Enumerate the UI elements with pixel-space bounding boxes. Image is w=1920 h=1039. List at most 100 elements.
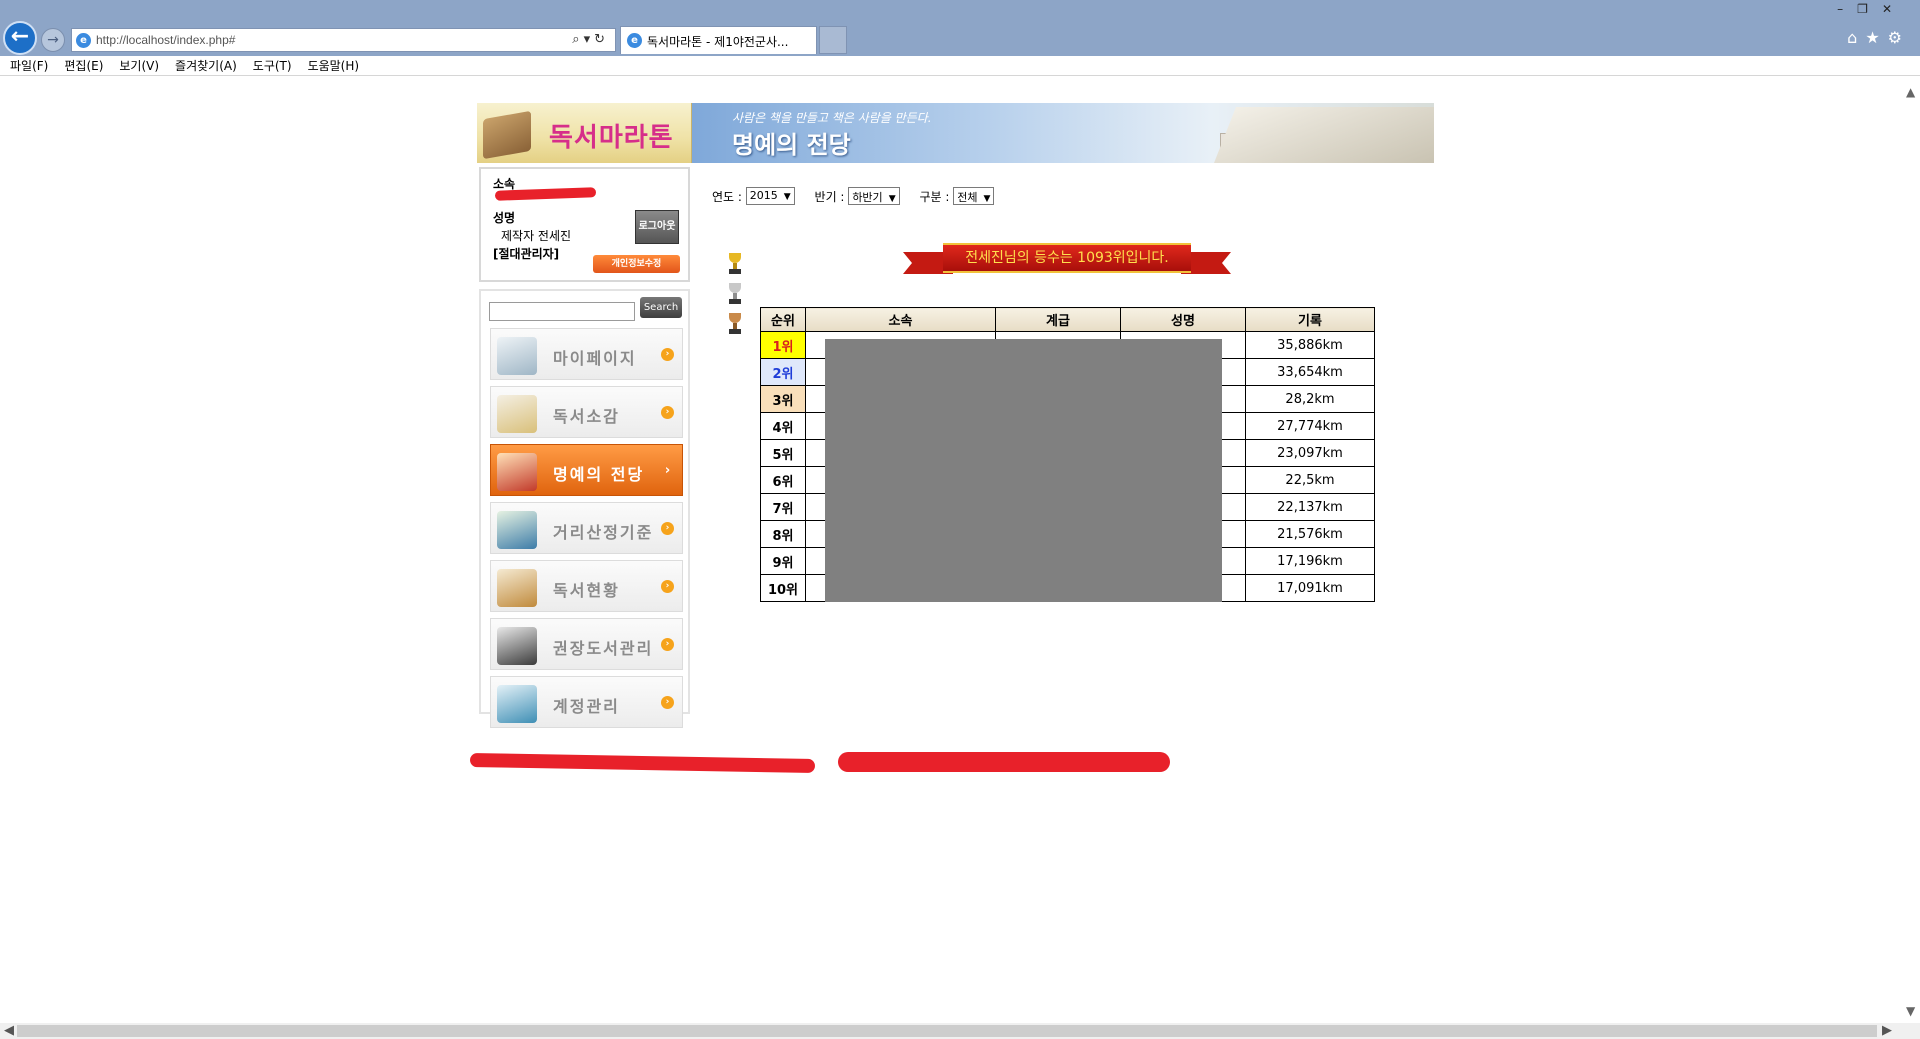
search-button[interactable]: Search <box>640 297 682 318</box>
site-logo[interactable]: 독서마라톤 <box>477 103 692 163</box>
forward-button[interactable]: → <box>41 28 65 52</box>
redaction-mark <box>494 187 597 201</box>
menu-edit[interactable]: 편집(E) <box>64 56 103 76</box>
laptop-search-icon <box>497 627 537 665</box>
record-cell: 28,2km <box>1245 385 1375 413</box>
scroll-thumb[interactable] <box>17 1025 1877 1037</box>
chevron-right-icon: › <box>661 348 674 361</box>
browser-tab[interactable]: e 독서마라톤 - 제1야전군사... <box>620 26 817 54</box>
record-cell: 23,097km <box>1245 439 1375 467</box>
redaction-mark <box>469 752 816 774</box>
menu-view[interactable]: 보기(V) <box>119 56 159 76</box>
rank-message: 전세진님의 등수는 1093위입니다. <box>943 243 1191 273</box>
menu-help[interactable]: 도움말(H) <box>308 56 360 76</box>
search-icon[interactable]: ⌕ <box>572 32 583 47</box>
rank-cell: 8위 <box>760 520 806 548</box>
refresh-icon[interactable]: ↻ <box>594 32 609 47</box>
type-select[interactable]: 전체 ▼ <box>953 187 995 205</box>
close-icon[interactable]: ✕ <box>1882 2 1906 16</box>
nav-reading-status[interactable]: 독서현황 › <box>490 560 683 612</box>
rank-cell: 2위 <box>760 358 806 386</box>
bronze-trophy-icon <box>727 313 743 335</box>
address-bar[interactable]: e http://localhost/index.php# ⌕▾↻ <box>71 28 616 52</box>
nav-label: 거리산정기준 <box>553 523 654 542</box>
vertical-scrollbar[interactable]: ▲ ▼ <box>1903 77 1920 1024</box>
footer <box>469 752 1170 774</box>
star-icon[interactable]: ★ <box>1865 28 1887 47</box>
redaction-mark <box>838 752 1170 772</box>
rank-cell: 7위 <box>760 493 806 521</box>
nav-label: 권장도서관리 <box>553 639 654 658</box>
record-cell: 35,886km <box>1245 331 1375 359</box>
minimize-icon[interactable]: – <box>1837 2 1857 16</box>
scroll-up-icon[interactable]: ▲ <box>1906 85 1915 99</box>
rank-cell: 3위 <box>760 385 806 413</box>
scroll-down-icon[interactable]: ▼ <box>1906 1004 1915 1018</box>
col-rank: 순위 <box>760 307 806 332</box>
record-cell: 22,137km <box>1245 493 1375 521</box>
browser-toolbar-icons[interactable]: ⌂★⚙ <box>1847 28 1910 47</box>
record-cell: 17,091km <box>1245 574 1375 602</box>
back-button[interactable]: ← <box>3 21 37 55</box>
menu-favorites[interactable]: 즐겨찾기(A) <box>175 56 237 76</box>
name-value: 제작자 전세진 <box>501 229 572 243</box>
nav-account-management[interactable]: 계정관리 › <box>490 676 683 728</box>
books-icon <box>497 511 537 549</box>
year-value: 2015 <box>749 189 778 202</box>
menu-bar: 파일(F) 편집(E) 보기(V) 즐겨찾기(A) 도구(T) 도움말(H) <box>0 56 1920 76</box>
nav-label: 명예의 전당 <box>553 465 645 484</box>
user-info-box: 소속 성명 제작자 전세진 [절대관리자] 로그아웃 개인정보수정 <box>479 167 690 282</box>
nav-label: 계정관리 <box>553 697 620 716</box>
sidebar: Search 마이페이지 › 독서소감 › 명예의 전당 › 거리산정기준 › … <box>479 289 690 728</box>
chevron-right-icon: › <box>664 463 671 478</box>
nav-reading-review[interactable]: 독서소감 › <box>490 386 683 438</box>
book-stack-icon <box>483 110 531 160</box>
browser-titlebar: ← → e http://localhost/index.php# ⌕▾↻ e … <box>0 0 1920 56</box>
nav-mypage[interactable]: 마이페이지 › <box>490 328 683 380</box>
scroll-right-icon[interactable]: ▶ <box>1882 1023 1892 1038</box>
site-banner: 독서마라톤 사람은 책을 만들고 책은 사람을 만든다. 명예의 전당 <box>477 103 1434 163</box>
header-image: 사람은 책을 만들고 책은 사람을 만든다. 명예의 전당 <box>692 103 1434 163</box>
redaction-block <box>825 339 1222 602</box>
window-controls[interactable]: –❐✕ <box>1837 2 1906 16</box>
horizontal-scrollbar[interactable]: ◀ ▶ <box>0 1023 1920 1039</box>
chevron-right-icon: › <box>661 522 674 535</box>
home-icon[interactable]: ⌂ <box>1847 28 1865 47</box>
address-url[interactable]: http://localhost/index.php# <box>96 33 235 47</box>
nav-hall-of-fame[interactable]: 명예의 전당 › <box>490 444 683 496</box>
menu-file[interactable]: 파일(F) <box>10 56 48 76</box>
search-input[interactable] <box>489 302 635 321</box>
menu-tools[interactable]: 도구(T) <box>253 56 292 76</box>
new-tab-button[interactable] <box>819 26 847 54</box>
tab-title[interactable]: 독서마라톤 - 제1야전군사... <box>647 33 812 50</box>
restore-icon[interactable]: ❐ <box>1857 2 1882 16</box>
chevron-right-icon: › <box>661 580 674 593</box>
nav-recommended-books[interactable]: 권장도서관리 › <box>490 618 683 670</box>
logo-text: 독서마라톤 <box>549 123 674 153</box>
chevron-right-icon: › <box>661 406 674 419</box>
edit-profile-button[interactable]: 개인정보수정 <box>593 255 680 273</box>
nav-label: 독서소감 <box>553 407 620 426</box>
chevron-down-icon[interactable]: ▾ <box>584 32 595 47</box>
ie-page-icon: e <box>76 33 91 48</box>
address-tools[interactable]: ⌕▾↻ <box>572 32 609 47</box>
gear-icon[interactable]: ⚙ <box>1888 28 1910 47</box>
half-select[interactable]: 하반기 ▼ <box>848 187 900 205</box>
nav-label: 독서현황 <box>553 581 620 600</box>
book-stack-icon <box>497 453 537 491</box>
logout-button[interactable]: 로그아웃 <box>635 210 679 244</box>
rank-cell: 6위 <box>760 466 806 494</box>
col-record: 기록 <box>1245 307 1375 332</box>
col-grade: 계급 <box>995 307 1121 332</box>
scroll-left-icon[interactable]: ◀ <box>4 1023 14 1038</box>
chevron-down-icon: ▼ <box>783 192 791 202</box>
record-cell: 22,5km <box>1245 466 1375 494</box>
rank-cell: 1위 <box>760 331 806 359</box>
rank-cell: 5위 <box>760 439 806 467</box>
year-select[interactable]: 2015 ▼ <box>745 187 795 205</box>
record-cell: 33,654km <box>1245 358 1375 386</box>
laptop-icon <box>497 685 537 723</box>
magnifier-book-icon <box>497 569 537 607</box>
nav-distance-criteria[interactable]: 거리산정기준 › <box>490 502 683 554</box>
record-cell: 17,196km <box>1245 547 1375 575</box>
